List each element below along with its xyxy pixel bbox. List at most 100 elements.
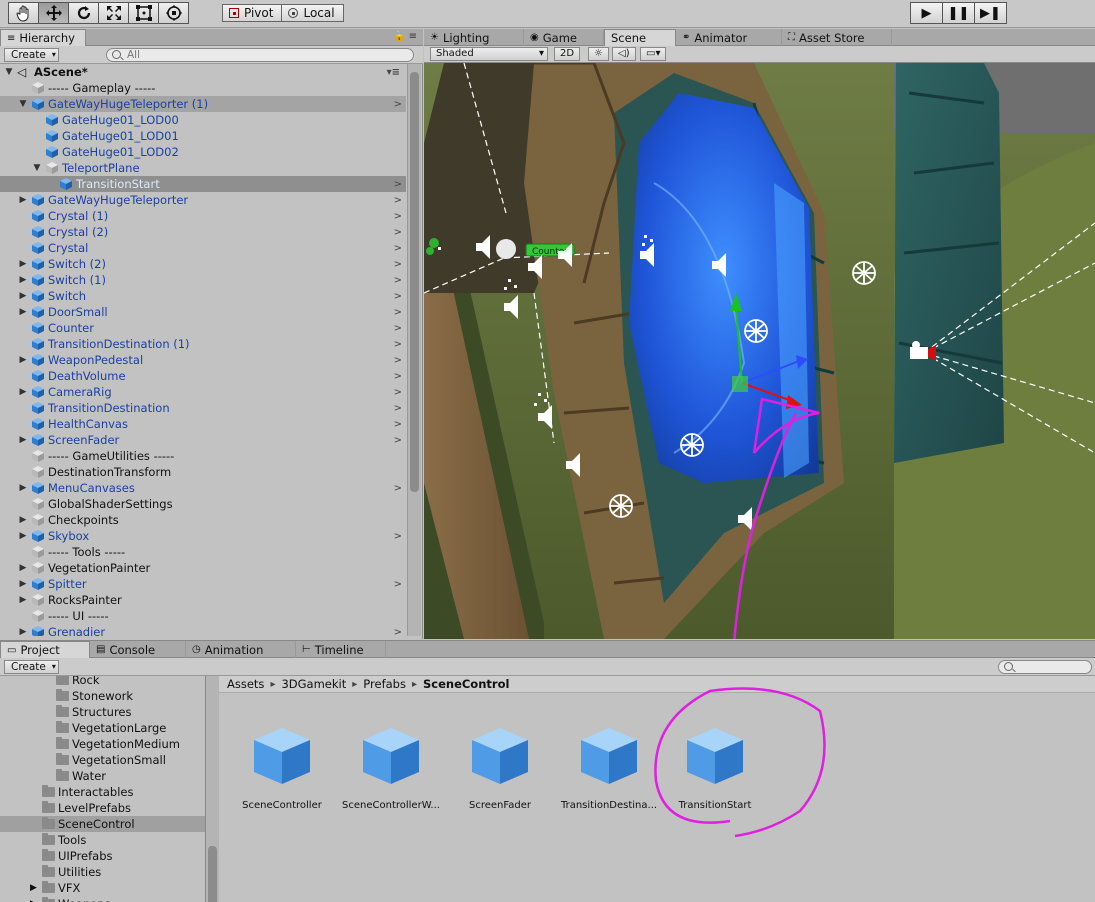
- hierarchy-row[interactable]: ▶ Switch (2) >: [0, 256, 406, 272]
- hierarchy-row[interactable]: GateHuge01_LOD01: [0, 128, 406, 144]
- hierarchy-row[interactable]: ▶ GateWayHugeTeleporter >: [0, 192, 406, 208]
- chevron-right-icon[interactable]: >: [394, 227, 402, 238]
- expand-arrow-icon[interactable]: ▶: [18, 307, 28, 317]
- breadcrumb-item[interactable]: Prefabs: [363, 677, 406, 691]
- hierarchy-row[interactable]: TransitionDestination (1) >: [0, 336, 406, 352]
- expand-arrow-icon[interactable]: ▶: [18, 595, 28, 605]
- tab-scene[interactable]: Scene: [604, 29, 676, 46]
- expand-arrow-icon[interactable]: ▶: [18, 531, 28, 541]
- project-search-input[interactable]: [998, 660, 1092, 674]
- tab-timeline[interactable]: ⊢ Timeline: [296, 641, 386, 658]
- move-tool-button[interactable]: [38, 2, 69, 24]
- expand-arrow-icon[interactable]: ▶: [18, 355, 28, 365]
- hierarchy-row[interactable]: HealthCanvas >: [0, 416, 406, 432]
- tab-animation[interactable]: ◷ Animation: [186, 641, 296, 658]
- tab-hierarchy[interactable]: ≡ Hierarchy: [0, 29, 86, 46]
- chevron-right-icon[interactable]: >: [394, 259, 402, 270]
- chevron-right-icon[interactable]: >: [394, 243, 402, 254]
- expand-arrow-icon[interactable]: ▶: [18, 579, 28, 589]
- scene-effects-dropdown[interactable]: ▭▾: [640, 47, 667, 61]
- hierarchy-row[interactable]: ▶ Skybox >: [0, 528, 406, 544]
- hierarchy-row[interactable]: ----- Gameplay -----: [0, 80, 406, 96]
- hierarchy-row[interactable]: DeathVolume >: [0, 368, 406, 384]
- chevron-right-icon[interactable]: >: [394, 323, 402, 334]
- chevron-right-icon[interactable]: >: [394, 579, 402, 590]
- folder-row[interactable]: LevelPrefabs: [0, 800, 205, 816]
- chevron-right-icon[interactable]: >: [394, 275, 402, 286]
- hierarchy-search-input[interactable]: All: [106, 48, 414, 62]
- rotate-tool-button[interactable]: [68, 2, 99, 24]
- hierarchy-row[interactable]: Counter >: [0, 320, 406, 336]
- pause-button[interactable]: ❚❚: [942, 2, 975, 24]
- tab-asset-store[interactable]: ⛶ Asset Store: [782, 29, 892, 46]
- folder-row[interactable]: SceneControl: [0, 816, 205, 832]
- project-create-button[interactable]: Create: [4, 660, 59, 674]
- tab-animator[interactable]: ⚭ Animator: [676, 29, 782, 46]
- expand-arrow-icon[interactable]: ▶: [18, 195, 28, 205]
- folder-row[interactable]: Structures: [0, 704, 205, 720]
- chevron-right-icon[interactable]: >: [394, 627, 402, 637]
- shading-mode-dropdown[interactable]: Shaded ▾: [430, 47, 548, 61]
- expand-arrow-icon[interactable]: ▶: [18, 515, 28, 525]
- hierarchy-row[interactable]: ▶ CameraRig >: [0, 384, 406, 400]
- hierarchy-row[interactable]: ▶ Switch >: [0, 288, 406, 304]
- expand-arrow-icon[interactable]: ▶: [18, 291, 28, 301]
- chevron-right-icon[interactable]: >: [394, 531, 402, 542]
- expand-arrow-icon[interactable]: ▶: [18, 435, 28, 445]
- folder-scroll-thumb[interactable]: [208, 846, 217, 902]
- breadcrumb-item[interactable]: 3DGamekit: [281, 677, 346, 691]
- hierarchy-row[interactable]: ▶ MenuCanvases >: [0, 480, 406, 496]
- chevron-right-icon[interactable]: >: [394, 403, 402, 414]
- chevron-right-icon[interactable]: >: [394, 387, 402, 398]
- folder-row[interactable]: ▶Weapons: [0, 896, 205, 902]
- chevron-right-icon[interactable]: >: [394, 179, 402, 190]
- hierarchy-row[interactable]: ▶ Switch (1) >: [0, 272, 406, 288]
- folder-row[interactable]: Utilities: [0, 864, 205, 880]
- expand-arrow-icon[interactable]: ▶: [18, 627, 28, 636]
- expand-arrow-icon[interactable]: ▶: [18, 387, 28, 397]
- hierarchy-row[interactable]: ▶ WeaponPedestal >: [0, 352, 406, 368]
- folder-row[interactable]: UIPrefabs: [0, 848, 205, 864]
- play-button[interactable]: ▶: [910, 2, 943, 24]
- scene-audio-toggle[interactable]: ◁): [612, 47, 636, 61]
- hand-tool-button[interactable]: [8, 2, 39, 24]
- hierarchy-row[interactable]: TransitionDestination >: [0, 400, 406, 416]
- hierarchy-create-button[interactable]: Create: [4, 48, 59, 62]
- expand-arrow-icon[interactable]: ▶: [30, 883, 37, 893]
- pivot-toggle[interactable]: Pivot: [222, 4, 283, 22]
- chevron-right-icon[interactable]: >: [394, 355, 402, 366]
- chevron-right-icon[interactable]: >: [394, 307, 402, 318]
- hierarchy-row[interactable]: Crystal (2) >: [0, 224, 406, 240]
- folder-row[interactable]: ▶ VFX: [0, 880, 205, 896]
- expand-arrow-icon[interactable]: ▶: [18, 483, 28, 493]
- folder-row[interactable]: VegetationSmall: [0, 752, 205, 768]
- scene-viewport[interactable]: Counter: [424, 63, 1095, 639]
- tab-console[interactable]: ▤ Console: [90, 641, 186, 658]
- hierarchy-row[interactable]: Crystal (1) >: [0, 208, 406, 224]
- folder-scrollbar[interactable]: [206, 676, 219, 902]
- expand-arrow-icon[interactable]: ▼: [18, 99, 28, 109]
- expand-arrow-icon[interactable]: ▶: [18, 275, 28, 285]
- folder-row[interactable]: Interactables: [0, 784, 205, 800]
- hierarchy-row[interactable]: ----- GameUtilities -----: [0, 448, 406, 464]
- chevron-right-icon[interactable]: >: [394, 483, 402, 494]
- step-button[interactable]: ▶❚: [974, 2, 1007, 24]
- scene-root-row[interactable]: ▼ ◁ AScene* ▾≡: [0, 64, 406, 80]
- hierarchy-scroll-thumb[interactable]: [410, 72, 419, 492]
- chevron-right-icon[interactable]: >: [394, 291, 402, 302]
- expand-arrow-icon[interactable]: ▶: [18, 259, 28, 269]
- hierarchy-row[interactable]: ▶ Checkpoints: [0, 512, 406, 528]
- folder-row[interactable]: Water: [0, 768, 205, 784]
- expand-arrow-icon[interactable]: ▶: [18, 563, 28, 573]
- hierarchy-row[interactable]: ▶ ScreenFader >: [0, 432, 406, 448]
- breadcrumb-item[interactable]: SceneControl: [423, 677, 509, 691]
- folder-row[interactable]: VegetationMedium: [0, 736, 205, 752]
- breadcrumb-item[interactable]: Assets: [227, 677, 264, 691]
- rect-tool-button[interactable]: [128, 2, 159, 24]
- hierarchy-row[interactable]: GlobalShaderSettings: [0, 496, 406, 512]
- hierarchy-row[interactable]: GateHuge01_LOD02: [0, 144, 406, 160]
- hierarchy-row[interactable]: ----- UI -----: [0, 608, 406, 624]
- tab-lighting[interactable]: ☀ Lighting: [424, 29, 524, 46]
- scene-lighting-toggle[interactable]: ☼: [588, 47, 609, 61]
- scene-menu-icon[interactable]: ▾≡: [387, 67, 400, 78]
